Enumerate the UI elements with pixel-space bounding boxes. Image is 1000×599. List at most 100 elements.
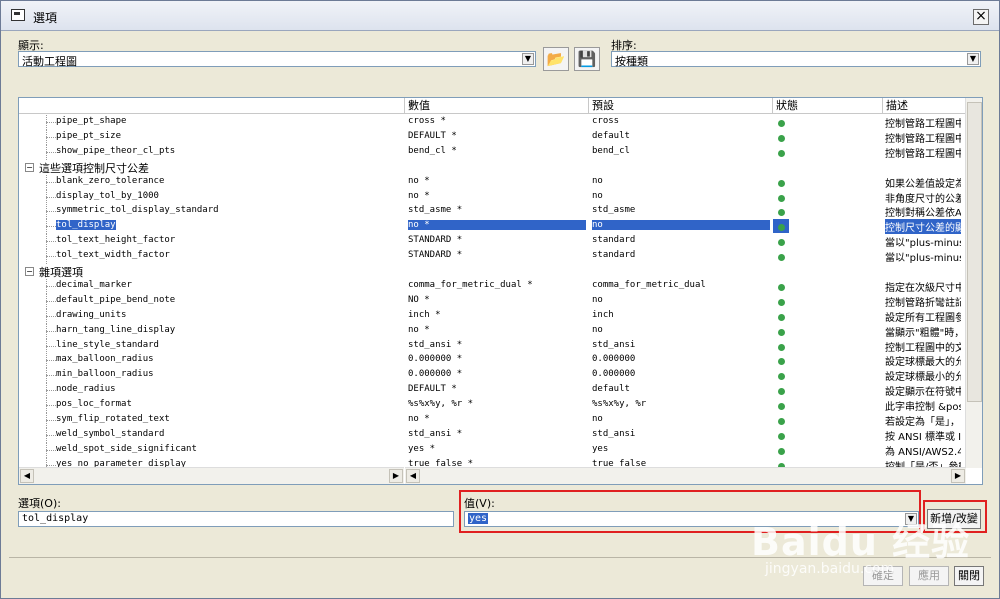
category-row[interactable]: − 這些選項控制尺寸公差 bbox=[19, 160, 964, 175]
horizontal-scrollbar-left[interactable]: ◀ ▶ bbox=[19, 467, 404, 484]
option-row[interactable]: weld_symbol_standard std_ansi * std_ansi 按 … bbox=[19, 427, 964, 443]
collapse-icon[interactable]: − bbox=[25, 267, 34, 276]
option-value: bend_cl * bbox=[408, 145, 457, 156]
option-row[interactable]: line_style_standard std_ansi * std_ansi 控制工… bbox=[19, 338, 964, 354]
status-ok-icon bbox=[778, 283, 785, 291]
display-dropdown[interactable]: 活動工程圖 ▼ bbox=[18, 51, 536, 68]
option-value: no * bbox=[408, 414, 430, 424]
ok-button[interactable]: 確定 bbox=[863, 566, 903, 586]
option-description: 設定所有工程圖參 bbox=[885, 312, 961, 324]
option-name: show_pipe_theor_cl_pts bbox=[56, 145, 176, 156]
option-row[interactable]: max_balloon_radius 0.000000 * 0.000000 設定球標… bbox=[19, 353, 964, 369]
option-row[interactable]: pipe_pt_shape cross * cross 控制管路工程圖中 bbox=[19, 115, 964, 130]
scroll-left-icon[interactable]: ◀ bbox=[20, 469, 34, 483]
sort-value: 按種類 bbox=[615, 55, 648, 68]
apply-button[interactable]: 應用 bbox=[909, 566, 949, 586]
option-row[interactable]: drawing_units inch * inch 設定所有工程圖參 bbox=[19, 308, 964, 324]
status-ok-icon bbox=[778, 209, 785, 217]
option-name: pipe_pt_size bbox=[56, 130, 122, 141]
category-label: 這些選項控制尺寸公差 bbox=[39, 161, 149, 175]
vertical-scrollbar[interactable] bbox=[965, 98, 982, 468]
tree-line bbox=[46, 434, 56, 436]
status-ok-icon bbox=[778, 254, 785, 262]
option-row[interactable]: weld_spot_side_significant yes * yes 為 ANSI… bbox=[19, 442, 964, 458]
option-row[interactable]: tol_text_height_factor STANDARD * standard… bbox=[19, 234, 964, 250]
option-row[interactable]: tol_text_width_factor STANDARD * standard 當… bbox=[19, 249, 964, 265]
tree-line bbox=[46, 390, 56, 392]
sort-dropdown[interactable]: 按種類 ▼ bbox=[611, 51, 981, 68]
tree-line bbox=[46, 241, 56, 243]
column-header-name[interactable] bbox=[19, 98, 405, 114]
scroll-right-icon[interactable]: ▶ bbox=[951, 469, 965, 483]
option-value: 0.000000 * bbox=[408, 369, 463, 380]
status-ok-icon bbox=[778, 447, 785, 455]
status-ok-icon bbox=[778, 120, 785, 127]
tree-line bbox=[46, 136, 56, 138]
tree-line bbox=[46, 181, 56, 183]
option-row[interactable]: show_pipe_theor_cl_pts bend_cl * bend_cl 控制… bbox=[19, 144, 964, 160]
collapse-icon[interactable]: − bbox=[25, 162, 34, 172]
option-row[interactable]: pipe_pt_size DEFAULT * default 控制管路工程圖中 bbox=[19, 129, 964, 145]
option-description: 控制管路工程圖中 bbox=[885, 148, 961, 160]
option-input[interactable]: tol_display bbox=[18, 511, 454, 527]
tree-line bbox=[46, 464, 56, 466]
option-row[interactable]: blank_zero_tolerance no * no 如果公差值設定為 bbox=[19, 174, 964, 190]
horizontal-scrollbar-right[interactable]: ◀ ▶ bbox=[405, 467, 966, 484]
column-header-status[interactable]: 狀態 bbox=[773, 98, 883, 114]
option-row[interactable]: display_tol_by_1000 no * no 非角度尺寸的公差 bbox=[19, 189, 964, 205]
option-row[interactable]: symmetric_tol_display_standard std_asme *… bbox=[19, 204, 964, 220]
option-row[interactable]: decimal_marker comma_for_metric_dual * com… bbox=[19, 278, 964, 294]
tree-line bbox=[46, 256, 56, 258]
option-name: drawing_units bbox=[56, 309, 127, 320]
column-header-value[interactable]: 數值 bbox=[405, 98, 589, 114]
option-description: 如果公差值設定為 bbox=[885, 178, 961, 190]
option-description: 設定球標最小的允 bbox=[885, 372, 961, 384]
option-default: 0.000000 bbox=[592, 369, 636, 380]
option-value: STANDARD * bbox=[408, 250, 463, 261]
display-value: 活動工程圖 bbox=[22, 55, 77, 68]
option-row[interactable]: tol_display no * no 控制尺寸公差的顯示 bbox=[19, 219, 964, 235]
option-default: yes bbox=[592, 443, 609, 454]
option-value: inch * bbox=[408, 309, 441, 320]
open-folder-button[interactable]: 📂 bbox=[543, 47, 569, 71]
option-row[interactable]: harn_tang_line_display no * no 當顯示"粗體"時， bbox=[19, 323, 964, 339]
option-row[interactable]: node_radius DEFAULT * default 設定顯示在符號中 bbox=[19, 383, 964, 399]
option-row[interactable]: pos_loc_format %s%x%y, %r * %s%x%y, %r 此字串控… bbox=[19, 398, 964, 414]
option-description: 控制管路工程圖中 bbox=[885, 133, 961, 145]
annotation-box-value bbox=[459, 490, 921, 533]
option-default: comma_for_metric_dual bbox=[592, 279, 706, 290]
chevron-down-icon[interactable]: ▼ bbox=[522, 53, 534, 65]
category-row[interactable]: − 雜項選項 bbox=[19, 264, 964, 279]
options-list[interactable]: 數值 預設 狀態 描述 pipe_pt_shape cross * cross 控制管… bbox=[18, 97, 983, 485]
scroll-thumb[interactable] bbox=[967, 102, 982, 402]
option-name: pipe_pt_shape bbox=[56, 116, 127, 126]
column-header-default[interactable]: 預設 bbox=[589, 98, 773, 114]
option-row[interactable]: sym_flip_rotated_text no * no 若設定為「是」， bbox=[19, 413, 964, 428]
option-description: 為 ANSI/AWS2.4 法 bbox=[885, 446, 961, 458]
chevron-down-icon[interactable]: ▼ bbox=[967, 53, 979, 65]
tree-line bbox=[46, 211, 56, 213]
option-description: 當顯示"粗體"時， bbox=[885, 327, 961, 339]
option-value: %s%x%y, %r * bbox=[408, 399, 474, 410]
window-title: 選項 bbox=[33, 11, 58, 25]
option-description: 控制管路工程圖中 bbox=[885, 119, 961, 130]
window-icon bbox=[11, 9, 25, 21]
option-value: comma_for_metric_dual * bbox=[408, 279, 533, 290]
tree-line bbox=[46, 360, 56, 362]
option-value: STANDARD * bbox=[408, 235, 463, 246]
scroll-right-icon[interactable]: ▶ bbox=[389, 469, 403, 483]
close-button[interactable]: 關閉 bbox=[954, 566, 984, 586]
close-icon[interactable]: × bbox=[973, 9, 989, 25]
scroll-left-icon[interactable]: ◀ bbox=[406, 469, 420, 483]
option-name: max_balloon_radius bbox=[56, 354, 154, 365]
tree-line bbox=[46, 330, 56, 332]
option-default: no bbox=[592, 324, 603, 335]
option-name: weld_spot_side_significant bbox=[56, 443, 197, 454]
separator bbox=[9, 557, 991, 558]
save-config-button[interactable]: 💾 bbox=[574, 47, 600, 71]
status-ok-icon bbox=[778, 432, 785, 440]
option-row[interactable]: min_balloon_radius 0.000000 * 0.000000 設定球標… bbox=[19, 368, 964, 384]
option-name: tol_text_height_factor bbox=[56, 235, 176, 246]
tree-line bbox=[46, 285, 56, 287]
option-row[interactable]: default_pipe_bend_note NO * no 控制管路折彎註記 bbox=[19, 293, 964, 309]
